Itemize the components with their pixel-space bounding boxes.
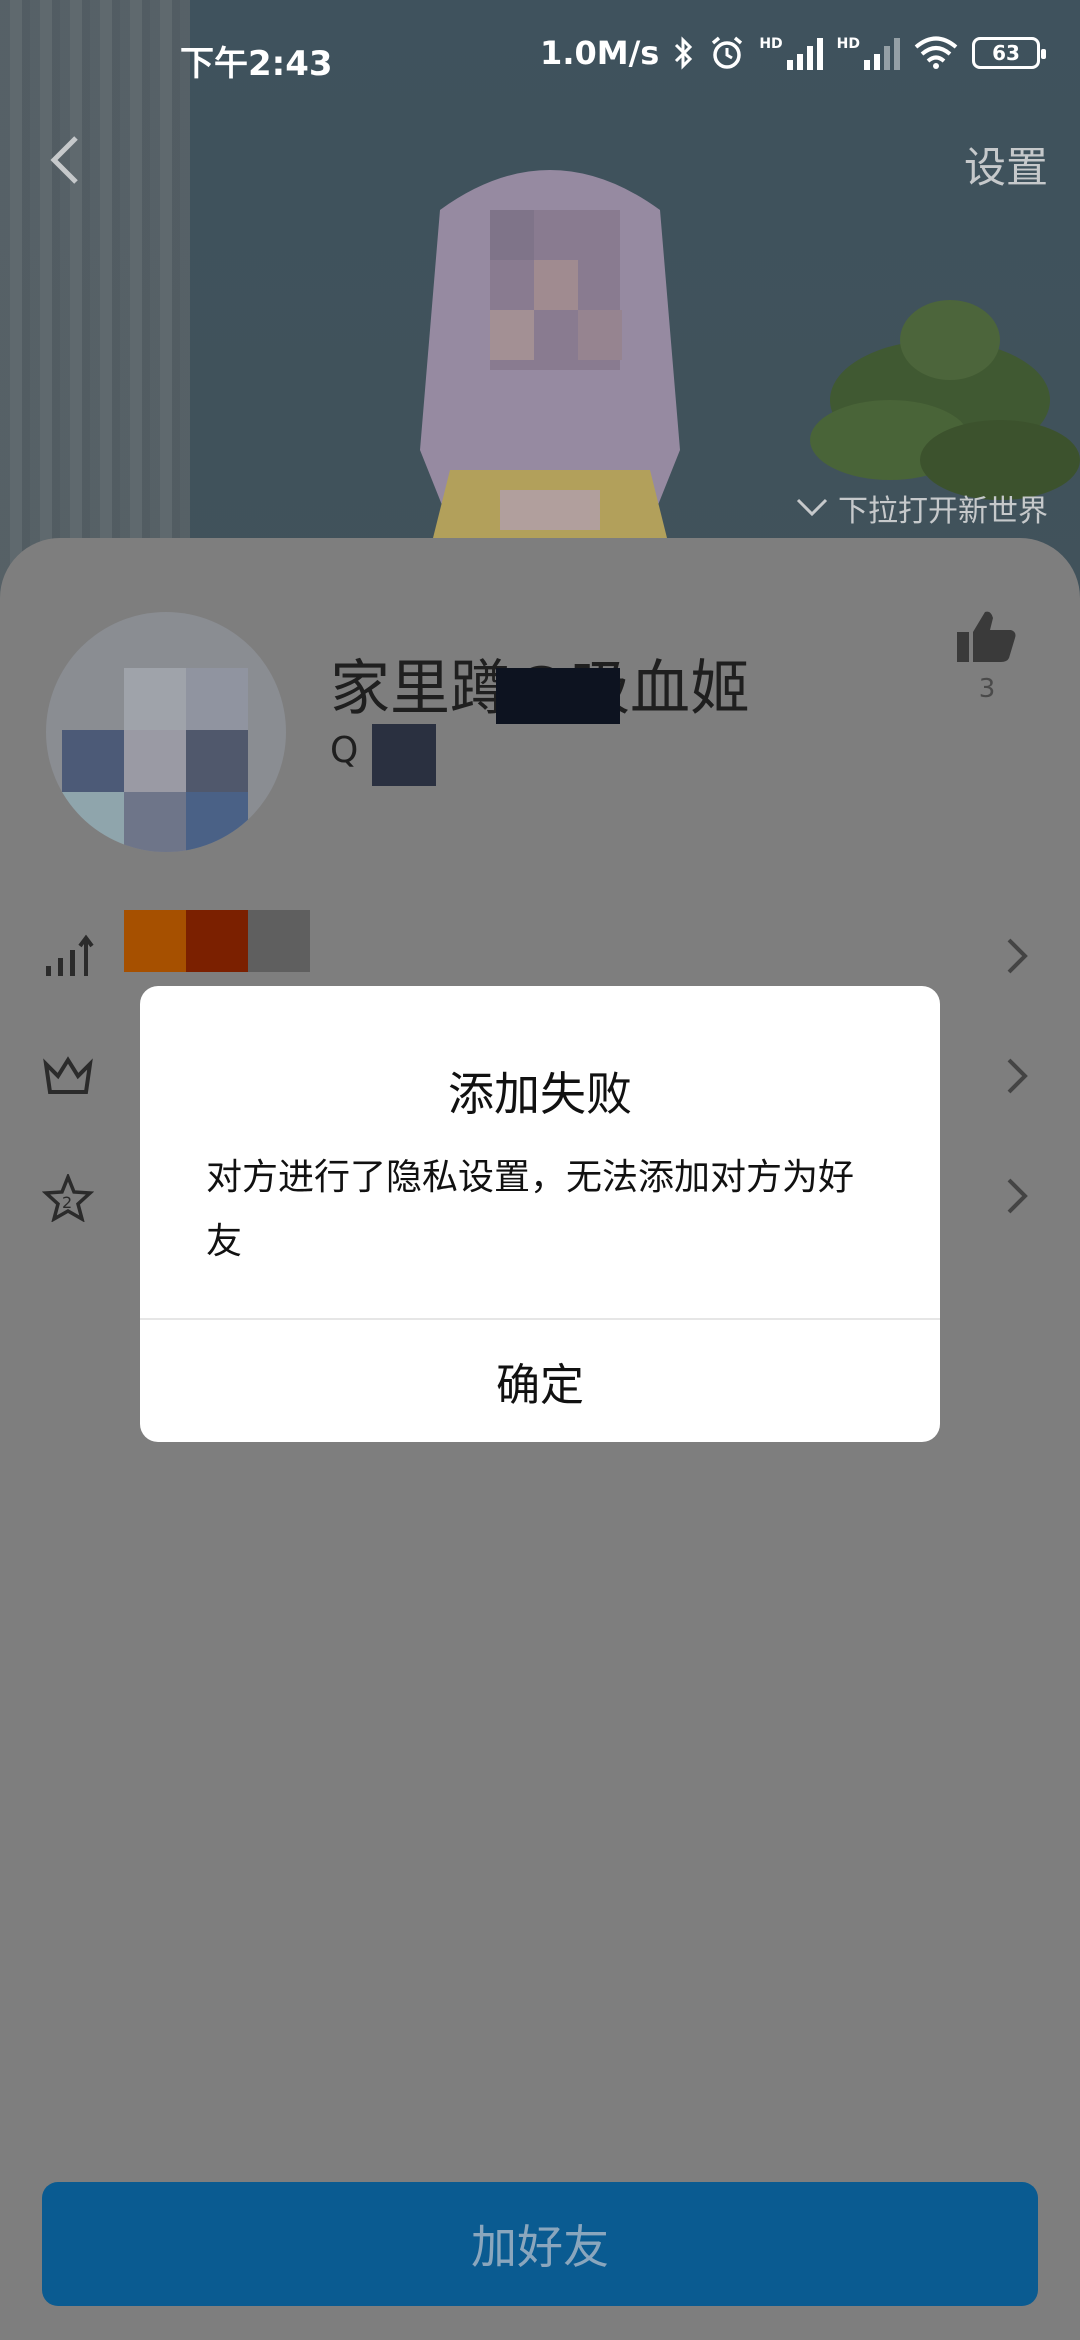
level-chart-icon bbox=[46, 934, 94, 976]
redaction-block bbox=[496, 668, 620, 724]
back-arrow-icon[interactable] bbox=[40, 130, 90, 190]
settings-button[interactable]: 设置 bbox=[964, 134, 1048, 195]
dialog-title: 添加失败 bbox=[448, 1067, 632, 1121]
avatar[interactable] bbox=[46, 612, 286, 852]
avatar-pixel bbox=[124, 668, 186, 730]
level-badge-block bbox=[248, 910, 310, 972]
status-right: 1.0M/s HD HD 63 bbox=[540, 34, 1046, 72]
battery-level: 63 bbox=[992, 41, 1020, 65]
pull-down-hint[interactable]: 下拉打开新世界 bbox=[794, 486, 1048, 530]
avatar-pixel bbox=[186, 668, 248, 730]
chevron-right-icon bbox=[1007, 938, 1028, 974]
like-button[interactable]: 3 bbox=[952, 608, 1022, 704]
bluetooth-icon bbox=[675, 36, 693, 70]
network-speed: 1.0M/s bbox=[540, 34, 660, 72]
signal-icon: HD bbox=[837, 36, 900, 70]
chevron-right-icon bbox=[1007, 1058, 1028, 1094]
status-time: 下午2:43 bbox=[180, 44, 333, 84]
wifi-icon bbox=[914, 36, 958, 69]
avatar-pixel bbox=[186, 730, 248, 792]
thumbs-up-icon bbox=[957, 611, 1016, 662]
alarm-icon bbox=[712, 36, 743, 69]
dialog-message: 对方进行了隐私设置，无法添加对方为好友 bbox=[206, 1157, 855, 1262]
avatar-pixel bbox=[62, 730, 124, 792]
avatar-pixel bbox=[124, 730, 186, 792]
battery-icon: 63 bbox=[972, 37, 1046, 69]
like-count: 3 bbox=[978, 674, 996, 704]
chevron-right-icon bbox=[1007, 1178, 1028, 1214]
signal-hd-label: HD bbox=[759, 36, 783, 52]
qq-prefix: Q bbox=[330, 730, 359, 771]
level-badge-block bbox=[186, 910, 248, 972]
signal-icon: HD bbox=[759, 36, 823, 70]
status-bar: 下午2:43 1.0M/s HD HD 63 bbox=[0, 0, 1080, 120]
add-friend-button[interactable]: 加好友 bbox=[42, 2182, 1038, 2306]
qq-number: Q bbox=[330, 730, 358, 771]
avatar-pixel bbox=[124, 792, 186, 852]
confirm-button[interactable]: 确定 bbox=[140, 1320, 940, 1442]
pull-hint-text: 下拉打开新世界 bbox=[838, 494, 1048, 529]
crown-icon bbox=[43, 1056, 93, 1094]
svg-text:2: 2 bbox=[62, 1193, 72, 1212]
star-badge-icon: 2 bbox=[42, 1174, 94, 1222]
error-dialog: 添加失败 对方进行了隐私设置，无法添加对方为好友 确定 bbox=[140, 986, 940, 1442]
signal-hd-label: HD bbox=[836, 36, 860, 52]
avatar-pixel bbox=[186, 792, 248, 852]
avatar-pixel bbox=[62, 792, 124, 852]
redaction-block bbox=[372, 724, 436, 786]
chevron-down-icon bbox=[796, 498, 828, 517]
level-badge-block bbox=[124, 910, 186, 972]
